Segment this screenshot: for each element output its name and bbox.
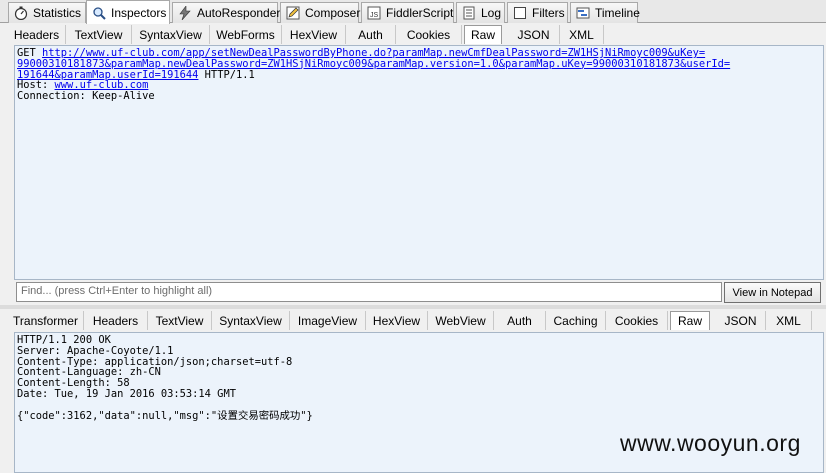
response-tab-xml[interactable]: XML [766,311,812,330]
request-tab-hexview[interactable]: HexView [282,25,346,44]
request-tab-xml[interactable]: XML [560,25,604,44]
tab-label: Filters [532,6,565,20]
tab-fiddlerscript[interactable]: JS FiddlerScript [361,2,454,23]
response-tab-raw[interactable]: Raw [670,311,710,330]
watermark-text: www.wooyun.org [620,430,801,456]
tab-statistics[interactable]: Statistics [8,2,86,23]
tab-timeline[interactable]: Timeline [570,2,640,23]
tab-log[interactable]: Log [456,2,505,23]
tab-label: Timeline [595,6,640,20]
connection-header: Connection: Keep-Alive [17,90,155,103]
response-tab-textview[interactable]: TextView [148,311,212,330]
request-view-tabs: Headers TextView SyntaxView WebForms Hex… [0,23,826,45]
timeline-icon [575,5,591,21]
svg-text:JS: JS [370,12,379,19]
tab-label: Composer [305,6,361,20]
request-tab-auth[interactable]: Auth [346,25,396,44]
tab-autoresponder[interactable]: AutoResponder [172,2,281,23]
request-tab-syntaxview[interactable]: SyntaxView [132,25,210,44]
response-view-tabs: Transformer Headers TextView SyntaxView … [0,309,826,331]
response-tab-webview[interactable]: WebView [428,311,494,330]
response-tab-auth[interactable]: Auth [494,311,546,330]
request-tab-raw[interactable]: Raw [464,25,502,44]
response-tab-caching[interactable]: Caching [546,311,606,330]
tab-label: AutoResponder [197,6,281,20]
main-tab-strip: Statistics Inspectors AutoResponder Comp… [0,0,826,24]
request-tab-json[interactable]: JSON [508,25,560,44]
tab-composer[interactable]: Composer [280,2,361,23]
pencil-icon [285,5,301,21]
checkbox-icon [512,5,528,21]
stopwatch-icon [13,5,29,21]
tab-label: Statistics [33,6,82,20]
request-protocol: HTTP/1.1 [198,68,255,81]
log-icon [461,5,477,21]
tab-label: Inspectors [111,5,167,20]
request-tab-webforms[interactable]: WebForms [210,25,282,44]
response-tab-transformer[interactable]: Transformer [8,311,84,330]
response-tab-headers[interactable]: Headers [84,311,148,330]
script-icon: JS [366,5,382,21]
response-tab-hexview[interactable]: HexView [366,311,428,330]
tab-label: Log [481,6,502,20]
tab-filters[interactable]: Filters [507,2,568,23]
response-tab-json[interactable]: JSON [716,311,766,330]
tab-label: FiddlerScript [386,6,454,20]
request-tab-headers[interactable]: Headers [8,25,66,44]
request-tab-cookies[interactable]: Cookies [396,25,462,44]
lightning-icon [177,5,193,21]
request-tab-textview[interactable]: TextView [66,25,132,44]
response-json-body: {"code":3162,"data":null,"msg":"设置交易密码成功… [17,409,313,422]
response-tab-syntaxview[interactable]: SyntaxView [212,311,290,330]
response-header-date: Date: Tue, 19 Jan 2016 03:53:14 GMT [17,387,236,400]
view-in-notepad-button[interactable]: View in Notepad [724,282,821,303]
tab-inspectors[interactable]: Inspectors [86,0,170,24]
magnifier-icon [91,5,107,21]
response-tab-cookies[interactable]: Cookies [606,311,668,330]
find-input[interactable]: Find... (press Ctrl+Enter to highlight a… [16,282,722,302]
request-raw-text[interactable]: GET http://www.uf-club.com/app/setNewDea… [14,45,824,280]
response-tab-imageview[interactable]: ImageView [290,311,366,330]
